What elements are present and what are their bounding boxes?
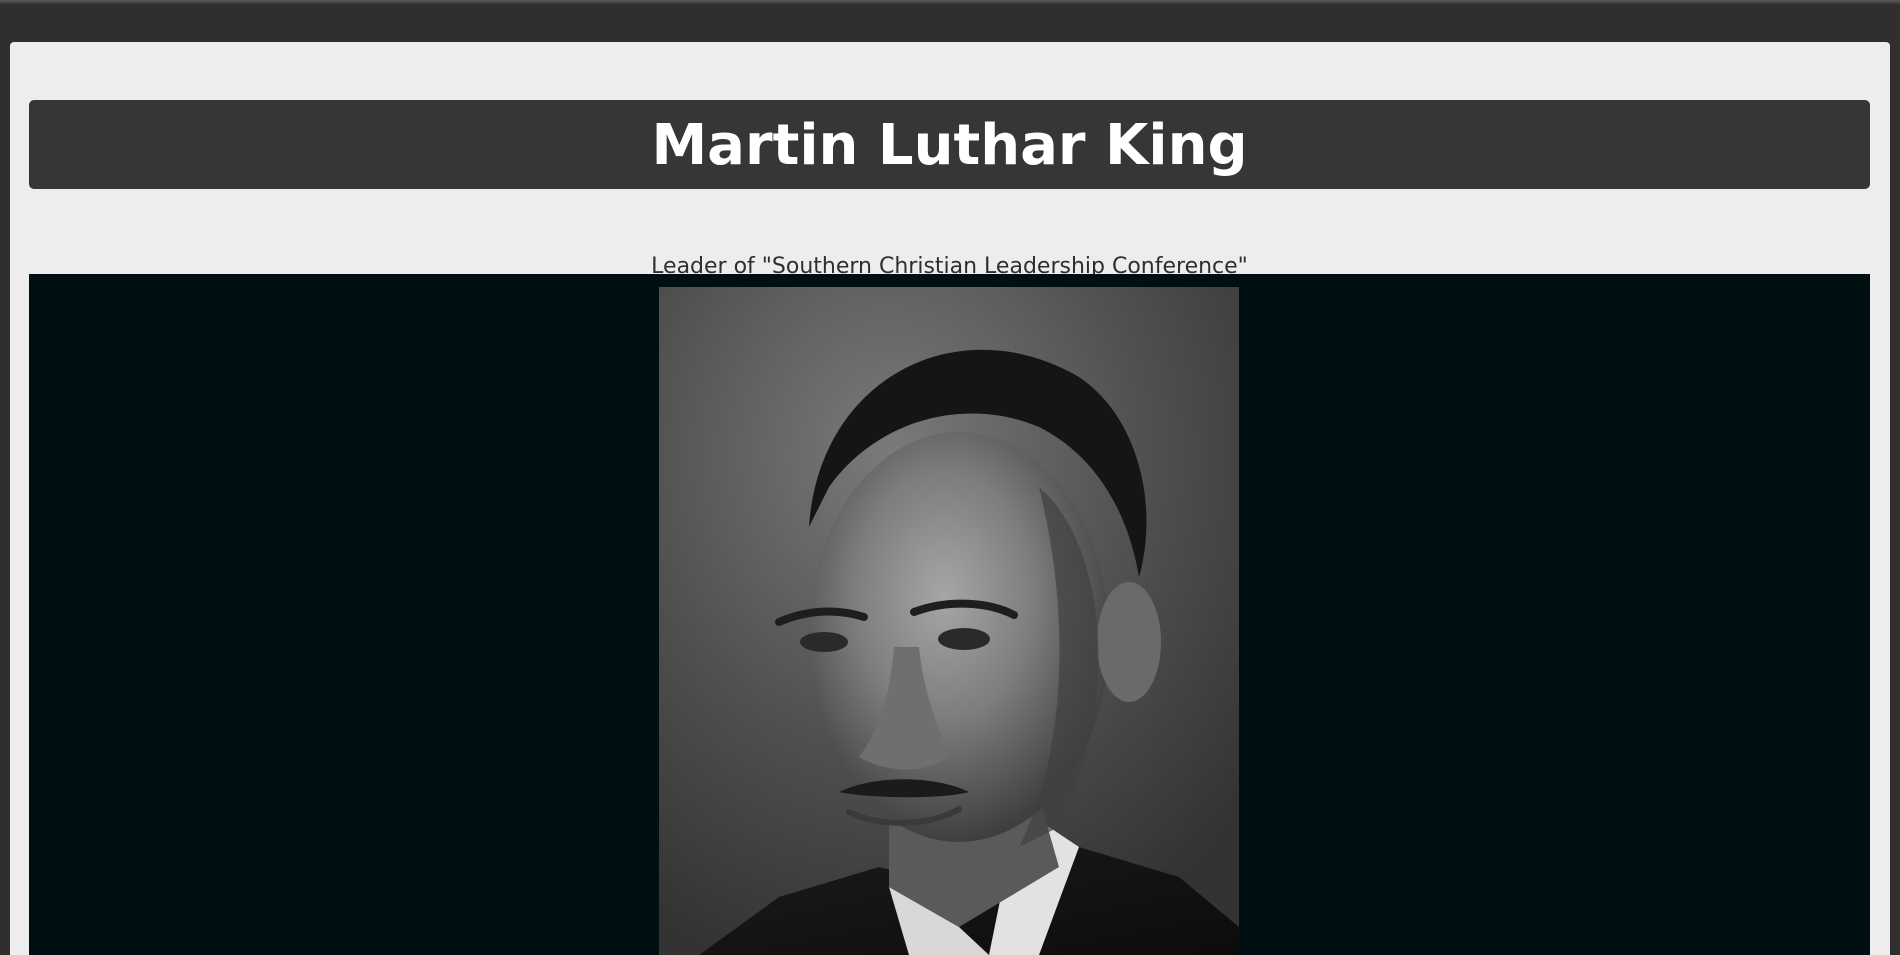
window-top-edge	[0, 0, 1900, 4]
portrait-photo	[659, 287, 1239, 955]
title-banner: Martin Luthar King	[29, 100, 1870, 189]
tribute-page: Martin Luthar King Leader of "Southern C…	[10, 42, 1890, 955]
page-title: Martin Luthar King	[651, 112, 1248, 178]
portrait-illustration	[659, 287, 1239, 955]
image-container	[29, 274, 1870, 955]
